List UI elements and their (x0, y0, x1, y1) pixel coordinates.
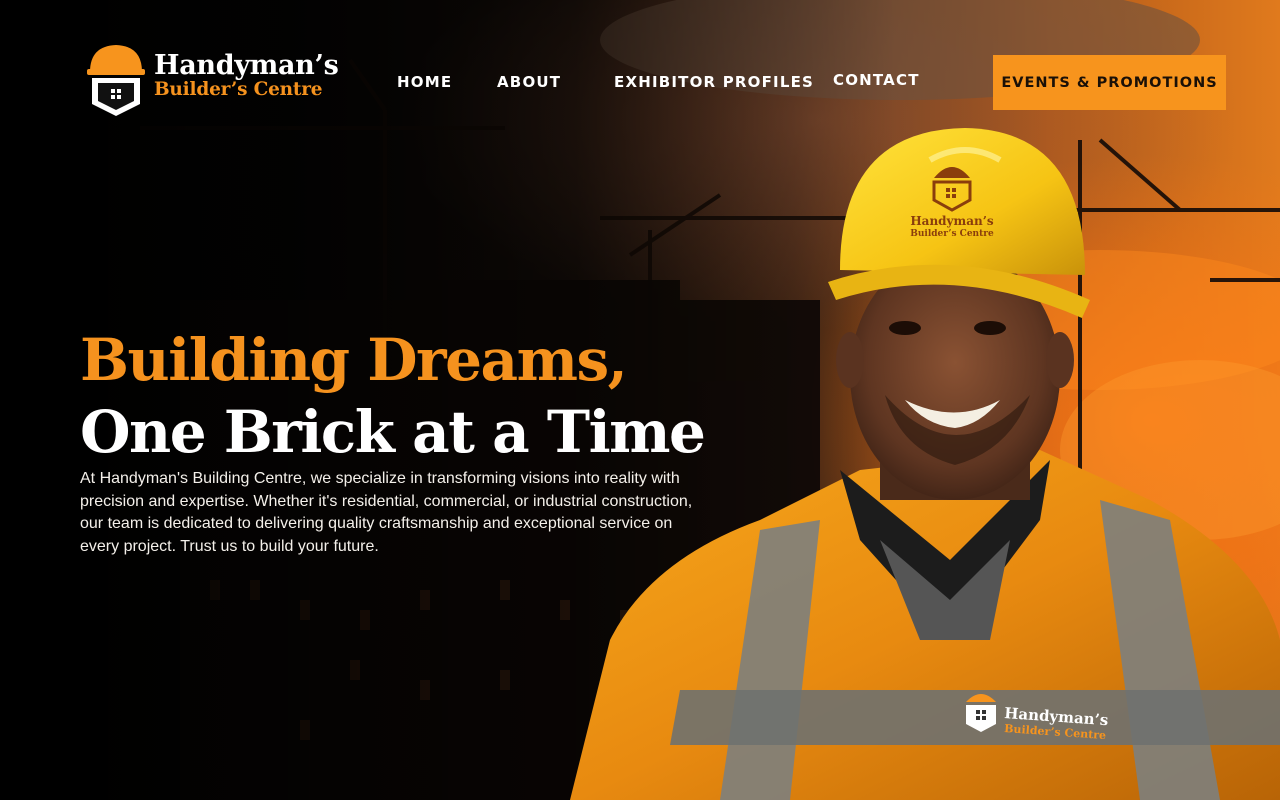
hero-headline-line2: One Brick at a Time (80, 398, 706, 466)
hero-description: At Handyman's Building Centre, we specia… (80, 470, 693, 555)
events-promotions-button[interactable]: EVENTS & PROMOTIONS (993, 55, 1226, 110)
jacket-logo-icon (966, 694, 996, 732)
hard-hat-logo-icon (87, 45, 145, 116)
nav-about[interactable]: ABOUT (497, 73, 561, 91)
brand-name-line1: Handyman’s (154, 50, 339, 81)
nav-contact[interactable]: CONTACT (833, 71, 920, 89)
hero-section: Handyman’s Builder’s Centre Handyman’s B… (0, 0, 1280, 800)
nav-home[interactable]: HOME (397, 73, 452, 91)
hat-logo-text-2: Builder’s Centre (910, 229, 994, 239)
hat-logo-text-1: Handyman’s (910, 214, 994, 228)
brand-logo[interactable]: Handyman’s Builder’s Centre (86, 42, 346, 118)
nav-exhibitor-profiles[interactable]: EXHIBITOR PROFILES (614, 73, 814, 91)
brand-name-line2: Builder’s Centre (154, 79, 323, 100)
hero-headline-line1: Building Dreams, (80, 326, 628, 394)
